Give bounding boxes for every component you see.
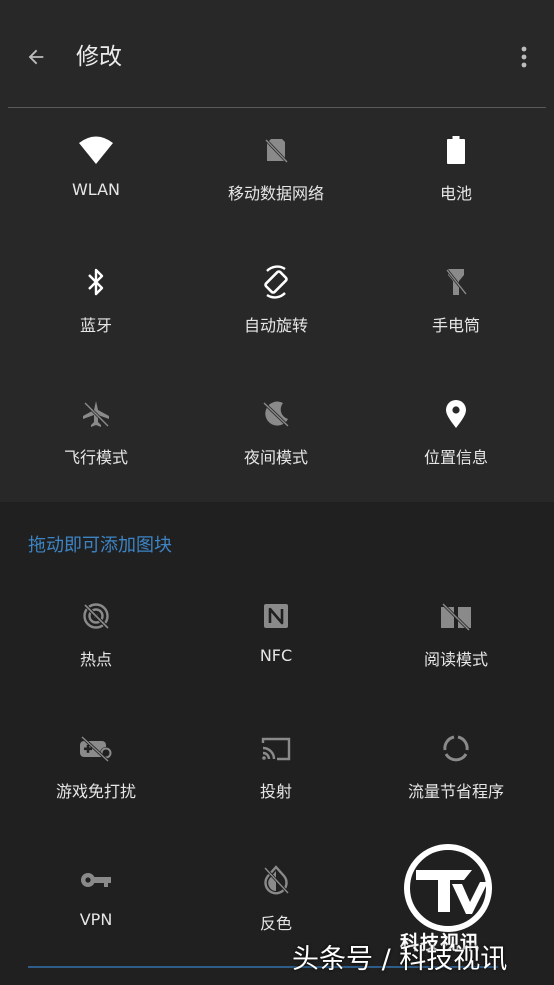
- tile-night-mode[interactable]: 夜间模式: [186, 396, 366, 496]
- tile-mobile-data[interactable]: 移动数据网络: [186, 132, 366, 232]
- more-vert-icon: [521, 46, 527, 68]
- tile-label: WLAN: [71, 180, 120, 199]
- tile-label: 夜间模式: [243, 448, 308, 467]
- app-bar: 修改: [0, 0, 554, 108]
- back-button[interactable]: [18, 40, 54, 74]
- battery-icon: [438, 132, 474, 168]
- airplane-off-icon: [78, 396, 114, 432]
- tile-wlan[interactable]: WLAN: [6, 132, 186, 232]
- tile-auto-rotate[interactable]: 自动旋转: [186, 264, 366, 364]
- tile-airplane-mode[interactable]: 飞行模式: [6, 396, 186, 496]
- tile-label: 热点: [79, 650, 112, 669]
- tile-label: 阅读模式: [423, 650, 488, 669]
- tile-label: NFC: [259, 646, 293, 665]
- wifi-icon: [78, 132, 114, 168]
- cast-icon: [258, 730, 294, 766]
- watermark-logo: [404, 844, 492, 932]
- reading-mode-off-icon: [438, 598, 474, 634]
- tile-label: 电池: [439, 184, 472, 203]
- tile-hotspot[interactable]: 热点: [6, 598, 186, 698]
- watermark-text: 头条号 / 科技视讯: [292, 944, 508, 975]
- more-options-button[interactable]: [508, 40, 540, 74]
- drag-to-add-hint: 拖动即可添加图块: [28, 535, 172, 556]
- tile-vpn[interactable]: VPN: [6, 862, 186, 962]
- tile-label: 飞行模式: [63, 448, 128, 467]
- tile-data-saver[interactable]: 流量节省程序: [366, 730, 546, 830]
- game-dnd-icon: [78, 730, 114, 766]
- tile-location[interactable]: 位置信息: [366, 396, 546, 496]
- tile-label: 位置信息: [423, 448, 488, 467]
- tile-label: 手电筒: [431, 316, 480, 335]
- bluetooth-icon: [78, 264, 114, 300]
- tile-cast[interactable]: 投射: [186, 730, 366, 830]
- tile-battery[interactable]: 电池: [366, 132, 546, 232]
- auto-rotate-icon: [258, 264, 294, 300]
- mobile-data-off-icon: [258, 132, 294, 168]
- nfc-icon: [258, 598, 294, 634]
- page-title: 修改: [76, 44, 122, 70]
- tile-label: VPN: [79, 910, 113, 929]
- tile-game-dnd[interactable]: 游戏免打扰: [6, 730, 186, 830]
- invert-colors-icon: [258, 862, 294, 898]
- tile-label: 自动旋转: [243, 316, 308, 335]
- tile-label: 投射: [259, 782, 292, 801]
- location-icon: [438, 396, 474, 432]
- arrow-back-icon: [28, 49, 44, 65]
- vpn-key-icon: [78, 862, 114, 898]
- tile-label: 反色: [259, 914, 292, 933]
- flashlight-off-icon: [438, 264, 474, 300]
- tile-bluetooth[interactable]: 蓝牙: [6, 264, 186, 364]
- tile-label: 移动数据网络: [227, 184, 324, 203]
- night-mode-off-icon: [258, 396, 294, 432]
- hotspot-off-icon: [78, 598, 114, 634]
- tile-label: 蓝牙: [79, 316, 112, 335]
- tile-label: 流量节省程序: [407, 782, 504, 801]
- tile-label: 游戏免打扰: [55, 782, 136, 801]
- tile-flashlight[interactable]: 手电筒: [366, 264, 546, 364]
- data-saver-icon: [438, 730, 474, 766]
- tile-reading-mode[interactable]: 阅读模式: [366, 598, 546, 698]
- tile-nfc[interactable]: NFC: [186, 598, 366, 698]
